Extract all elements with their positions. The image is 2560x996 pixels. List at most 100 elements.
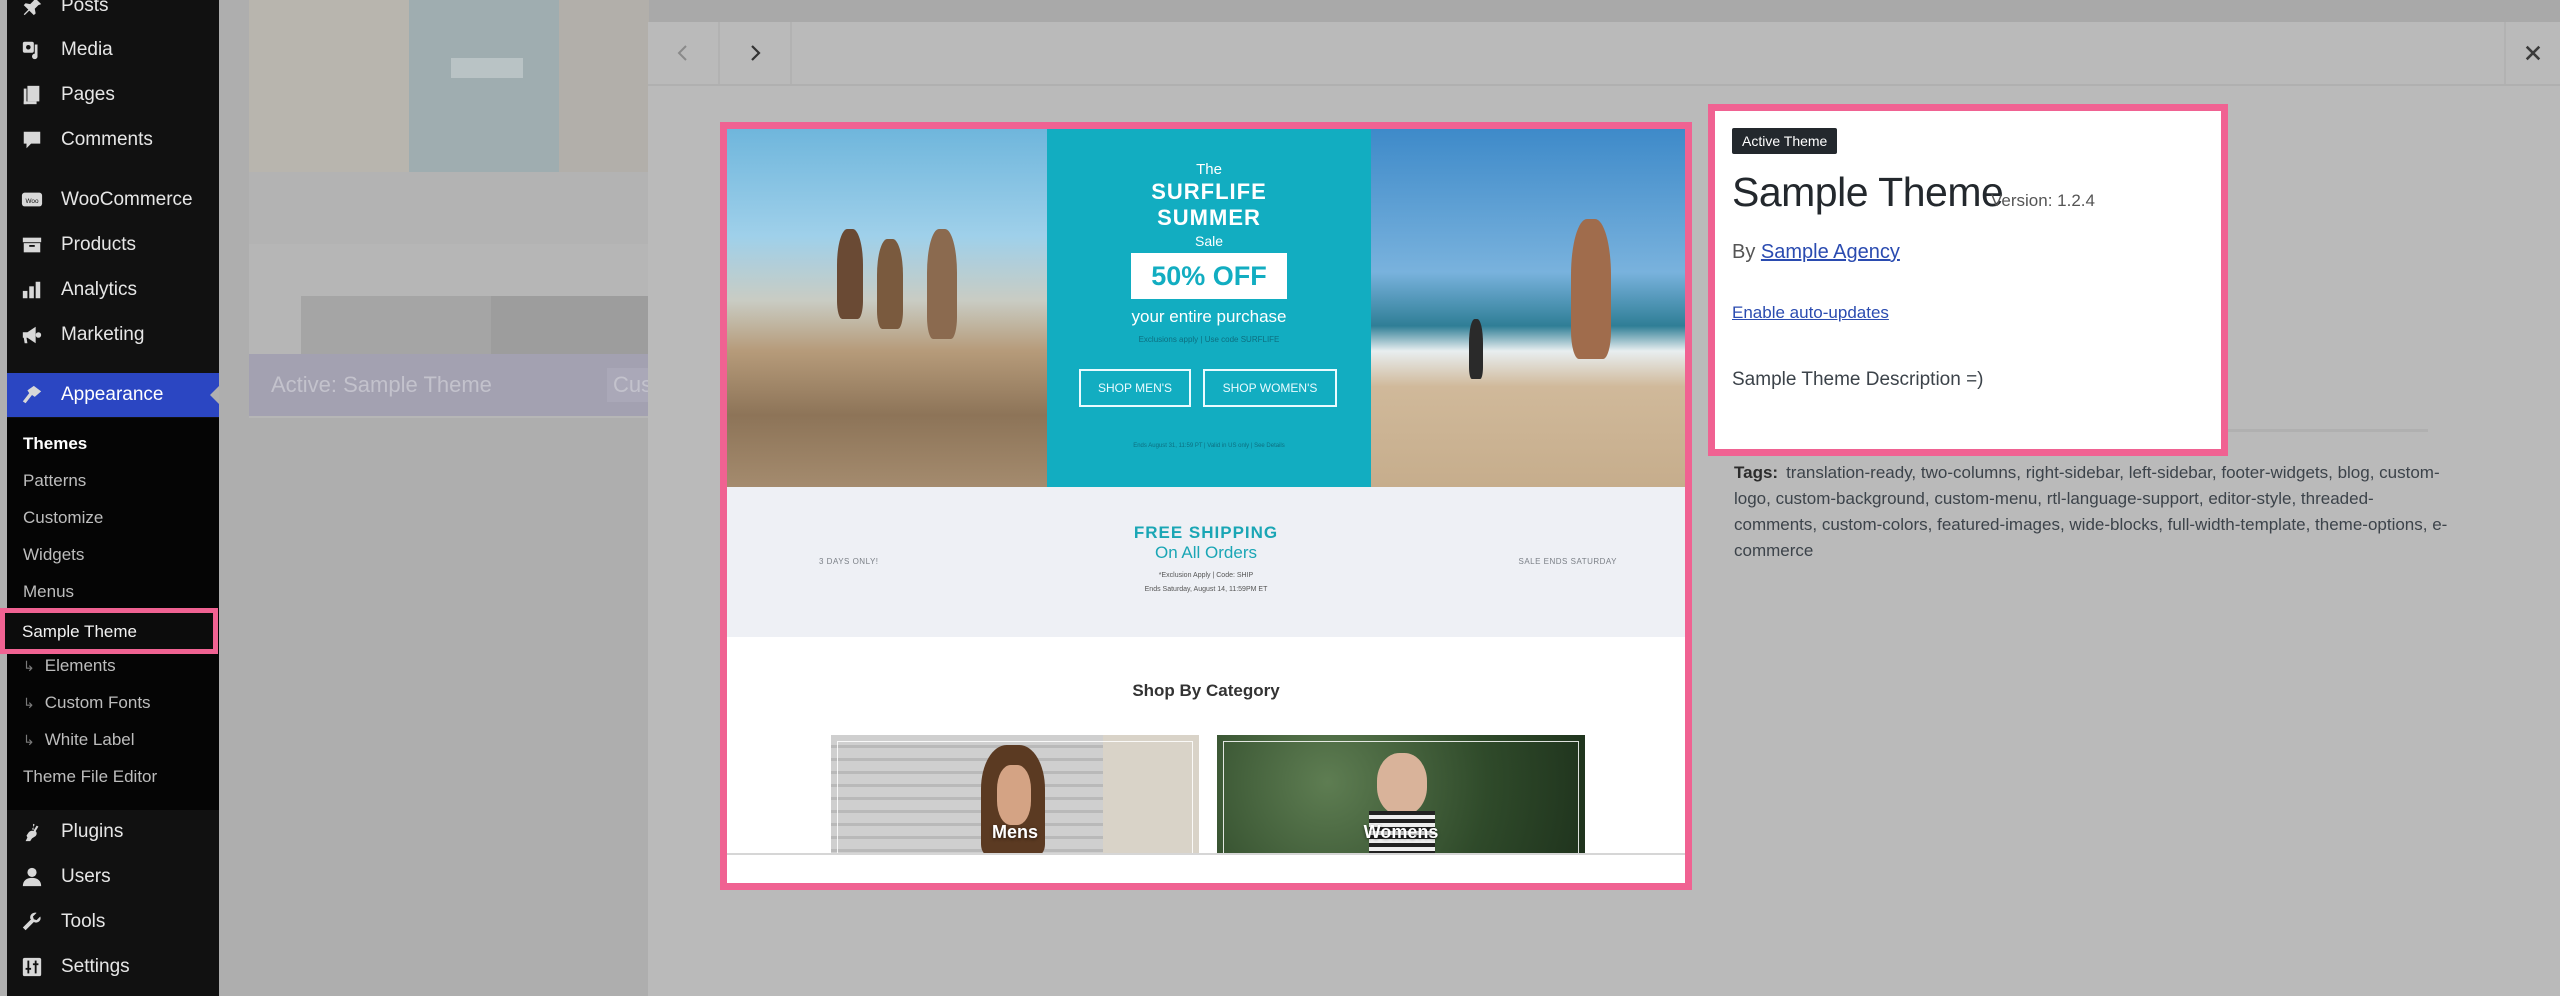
- enable-auto-updates-link[interactable]: Enable auto-updates: [1732, 303, 1889, 323]
- tags-label: Tags:: [1734, 463, 1779, 482]
- menu-label: Posts: [61, 0, 109, 16]
- menu-item-analytics[interactable]: Analytics: [7, 270, 219, 310]
- beach-cartwheel-photo: [1371, 129, 1685, 487]
- promo-ends: Ends August 31, 11:59 PT | Valid in US o…: [1133, 443, 1285, 449]
- preview-hero: The SURFLIFE SUMMER Sale 50% OFF your en…: [727, 129, 1685, 487]
- submenu-patterns[interactable]: Patterns: [23, 471, 86, 491]
- submenu-label: Sample Theme: [22, 622, 137, 641]
- author-link[interactable]: Sample Agency: [1761, 241, 1900, 263]
- menu-label: Settings: [61, 956, 130, 977]
- theme-thumbnail-part: [491, 296, 649, 354]
- menu-label: Media: [61, 39, 113, 60]
- shipping-note: Ends Saturday, August 14, 11:59PM ET: [1144, 586, 1268, 593]
- photo-figure: [1469, 319, 1483, 379]
- submenu-white-label[interactable]: ↳ White Label: [23, 730, 135, 750]
- promo-summer: SUMMER: [1157, 205, 1261, 230]
- comment-icon: [19, 127, 45, 153]
- media-icon: [19, 37, 45, 63]
- theme-thumbnail-part: [409, 0, 559, 172]
- theme-screenshot: The SURFLIFE SUMMER Sale 50% OFF your en…: [720, 122, 1692, 890]
- menu-label: Pages: [61, 84, 115, 105]
- submenu-hook-icon: ↳: [23, 658, 35, 674]
- menu-item-settings[interactable]: Settings: [7, 947, 219, 987]
- menu-item-pages[interactable]: Pages: [7, 75, 219, 115]
- submenu-customize[interactable]: Customize: [23, 508, 103, 528]
- submenu-menus[interactable]: Menus: [23, 582, 74, 602]
- woo-icon: Woo: [19, 187, 45, 213]
- shipping-note: *Exclusion Apply | Code: SHIP: [1158, 572, 1254, 579]
- menu-label: Comments: [61, 129, 153, 150]
- menu-item-comments[interactable]: Comments: [7, 120, 219, 160]
- paintbrush-icon: [19, 382, 45, 408]
- menu-item-users[interactable]: Users: [7, 857, 219, 897]
- plug-icon: [19, 819, 45, 845]
- sliders-icon: [19, 954, 45, 980]
- menu-label: Plugins: [61, 821, 124, 842]
- submenu-label: White Label: [44, 730, 135, 749]
- customize-button[interactable]: Customize: [607, 368, 649, 402]
- category-label: Mens: [991, 822, 1038, 842]
- promo-the: The: [1196, 161, 1222, 178]
- archive-icon: [19, 232, 45, 258]
- preview-shipping-banner: 3 DAYS ONLY! FREE SHIPPING On All Orders…: [727, 487, 1685, 637]
- menu-label: Analytics: [61, 279, 138, 300]
- shipping-title: FREE SHIPPING: [1133, 523, 1279, 542]
- submenu-themes[interactable]: Themes: [23, 434, 87, 454]
- submenu-elements[interactable]: ↳ Elements: [23, 656, 116, 676]
- svg-text:Woo: Woo: [25, 198, 38, 205]
- menu-label: WooCommerce: [61, 189, 193, 210]
- menu-item-media[interactable]: Media: [7, 30, 219, 70]
- close-modal-button[interactable]: [2504, 22, 2560, 84]
- menu-item-plugins[interactable]: Plugins: [7, 812, 219, 852]
- author-prefix: By: [1732, 241, 1756, 263]
- menu-item-marketing[interactable]: Marketing: [7, 315, 219, 355]
- theme-thumbnail-part: [249, 172, 649, 244]
- pin-icon: [19, 0, 45, 19]
- details-divider: [2228, 429, 2428, 432]
- submenu-hook-icon: ↳: [23, 695, 35, 711]
- menu-item-products[interactable]: Products: [7, 225, 219, 265]
- category-label: Womens: [1363, 822, 1439, 842]
- theme-thumbnail-part: [301, 296, 491, 354]
- pages-icon: [19, 82, 45, 108]
- category-card-womens: Womens: [1217, 735, 1585, 853]
- theme-version: Version: 1.2.4: [1991, 191, 2095, 210]
- promo-exclusions: Exclusions apply | Use code SURFLIFE: [1138, 335, 1280, 344]
- theme-info-panel: Active Theme Sample Theme Version: 1.2.4…: [1708, 104, 2228, 456]
- photo-figure: [927, 229, 957, 339]
- theme-details-modal: The SURFLIFE SUMMER Sale 50% OFF your en…: [648, 22, 2560, 996]
- next-theme-button[interactable]: [720, 22, 792, 84]
- bar-chart-icon: [19, 277, 45, 303]
- menu-label: Users: [61, 866, 111, 887]
- previous-theme-button[interactable]: [648, 22, 720, 84]
- chevron-right-icon: [751, 45, 761, 61]
- menu-item-posts[interactable]: Posts: [7, 0, 219, 26]
- photo-figure: [837, 229, 863, 319]
- shipping-right-text: SALE ENDS SATURDAY: [1518, 557, 1617, 566]
- category-card-mens: Mens: [831, 735, 1199, 853]
- theme-author: By Sample Agency: [1732, 241, 1900, 264]
- shop-mens-button: SHOP MEN'S: [1079, 369, 1191, 407]
- promo-surflife: SURFLIFE: [1151, 179, 1267, 204]
- submenu-widgets[interactable]: Widgets: [23, 545, 84, 565]
- theme-thumbnail-part: [249, 0, 409, 172]
- user-icon: [19, 864, 45, 890]
- menu-label: Marketing: [61, 324, 145, 345]
- active-theme-badge: Active Theme: [1732, 128, 1838, 154]
- submenu-custom-fonts[interactable]: ↳ Custom Fonts: [23, 693, 151, 713]
- submenu-label: Custom Fonts: [44, 693, 151, 712]
- submenu-theme-file-editor[interactable]: Theme File Editor: [23, 767, 157, 787]
- admin-menu: Posts Media Pages Comments Woo WooCommer…: [7, 0, 220, 996]
- submenu-sample-theme-highlighted[interactable]: Sample Theme: [0, 608, 218, 654]
- themes-page-background: Active: Sample Theme Customize: [219, 0, 649, 996]
- modal-header: [648, 22, 2560, 86]
- menu-label: Appearance: [61, 384, 164, 405]
- menu-item-tools[interactable]: Tools: [7, 902, 219, 942]
- promo-sale: Sale: [1194, 233, 1224, 249]
- menu-item-woocommerce[interactable]: Woo WooCommerce: [7, 180, 219, 220]
- theme-thumbnail-part: [451, 58, 523, 78]
- close-icon: [2525, 45, 2541, 61]
- theme-description: Sample Theme Description =): [1732, 369, 1984, 390]
- menu-item-appearance[interactable]: Appearance: [7, 373, 220, 417]
- submenu-label: Elements: [44, 656, 116, 675]
